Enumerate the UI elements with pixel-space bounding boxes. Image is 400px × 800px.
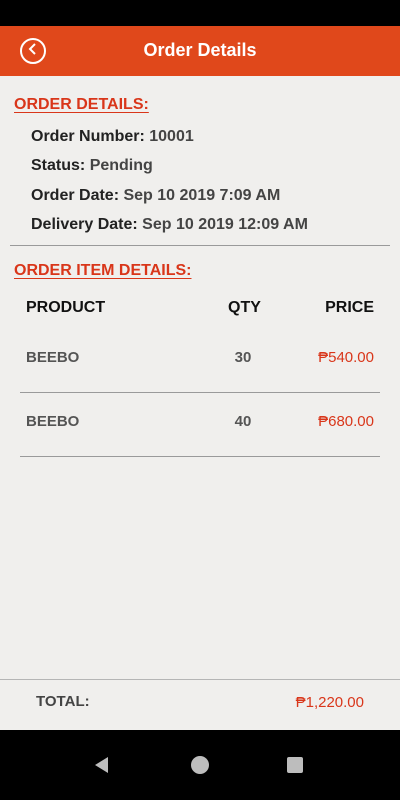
order-date-value: Sep 10 2019 7:09 AM bbox=[123, 187, 281, 204]
row-divider bbox=[20, 456, 380, 457]
status-bar bbox=[0, 0, 400, 26]
page-title: Order Details bbox=[143, 40, 257, 60]
order-date-row: Order Date: Sep 10 2019 7:09 AM bbox=[31, 187, 280, 205]
delivery-date-row: Delivery Date: Sep 10 2019 12:09 AM bbox=[31, 216, 308, 234]
item-qty: 30 bbox=[234, 349, 252, 366]
row-divider bbox=[20, 392, 380, 393]
order-details-heading: ORDER DETAILS: bbox=[14, 96, 149, 113]
order-item-details-heading: ORDER ITEM DETAILS: bbox=[14, 262, 192, 279]
delivery-date-value: Sep 10 2019 12:09 AM bbox=[142, 216, 308, 233]
column-header-product: PRODUCT bbox=[26, 299, 106, 316]
column-header-qty: QTY bbox=[228, 299, 261, 316]
column-header-price: PRICE bbox=[325, 299, 374, 316]
status-label: Status: bbox=[31, 157, 86, 174]
order-date-label: Order Date: bbox=[31, 187, 120, 204]
nav-recent-icon[interactable] bbox=[287, 757, 303, 773]
item-product: BEEBO bbox=[26, 413, 80, 430]
delivery-date-label: Delivery Date: bbox=[31, 216, 138, 233]
order-number-value: 10001 bbox=[149, 128, 194, 145]
app-bar: Order Details bbox=[0, 26, 400, 76]
order-number-label: Order Number: bbox=[31, 128, 145, 145]
nav-home-icon[interactable] bbox=[191, 756, 209, 774]
nav-back-icon[interactable] bbox=[95, 757, 108, 773]
status-value: Pending bbox=[89, 157, 153, 174]
item-qty: 40 bbox=[234, 413, 252, 430]
item-price: ₱540.00 bbox=[318, 349, 374, 366]
total-label: TOTAL: bbox=[36, 693, 90, 710]
total-value: ₱1,220.00 bbox=[295, 694, 364, 711]
order-number-row: Order Number: 10001 bbox=[31, 128, 194, 146]
status-row: Status: Pending bbox=[31, 157, 153, 175]
section-divider bbox=[10, 245, 390, 246]
item-product: BEEBO bbox=[26, 349, 80, 366]
item-price: ₱680.00 bbox=[318, 413, 374, 430]
